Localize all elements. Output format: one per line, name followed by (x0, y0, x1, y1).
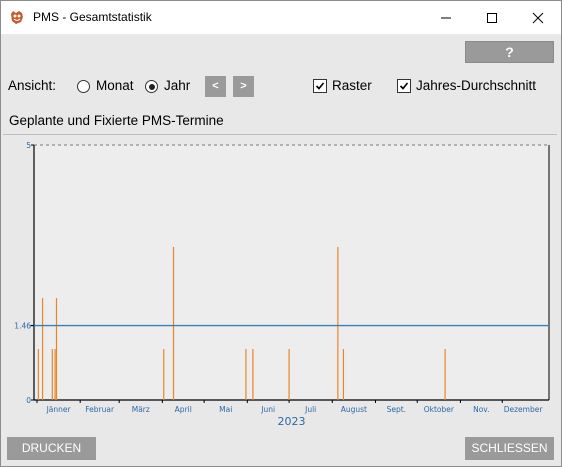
month-label: Juli (304, 405, 316, 414)
y-tick-label: 1.46 (14, 322, 31, 331)
average-checkbox[interactable] (397, 79, 411, 93)
month-label: April (175, 405, 192, 414)
app-logo-icon (11, 11, 23, 24)
next-year-button[interactable]: > (233, 76, 254, 97)
print-button[interactable]: DRUCKEN (7, 437, 96, 460)
view-label: Ansicht: (8, 78, 57, 93)
help-button[interactable]: ? (465, 41, 554, 63)
chart-section-title: Geplante und Fixierte PMS-Termine (9, 113, 224, 128)
radio-month[interactable] (77, 80, 90, 93)
average-checkbox-label[interactable]: Jahres-Durchschnitt (416, 78, 536, 93)
checkmark-icon (399, 82, 409, 90)
close-button[interactable]: SCHLIESSEN (465, 437, 554, 460)
y-tick-label: 5 (26, 141, 31, 150)
previous-year-button[interactable]: < (205, 76, 226, 97)
close-window-button[interactable] (515, 1, 561, 34)
title-bar: PMS - Gesamtstatistik (1, 1, 561, 34)
month-label: Oktober (424, 405, 455, 414)
radio-year-label[interactable]: Jahr (164, 78, 190, 93)
section-divider (3, 134, 557, 135)
statistics-window: PMS - Gesamtstatistik ? Ansicht: Monat J… (0, 0, 562, 467)
minimize-button[interactable] (423, 1, 469, 34)
y-tick-label: 0 (26, 396, 31, 405)
maximize-icon (487, 13, 497, 23)
month-label: Sept. (387, 405, 406, 414)
month-label: März (132, 405, 150, 414)
month-label: Februar (85, 405, 115, 414)
month-label: August (341, 405, 367, 414)
window-title: PMS - Gesamtstatistik (33, 10, 152, 24)
month-label: Mai (219, 405, 232, 414)
month-label: Dezember (504, 405, 544, 414)
month-label: Nov. (473, 405, 489, 414)
appointments-chart: 0 1.46 5 Jänner Februar März April Mai Juni Juli A… (14, 141, 550, 428)
grid-checkbox[interactable] (313, 79, 327, 93)
month-label: Juni (260, 405, 275, 414)
month-label: Jänner (46, 405, 72, 414)
year-label: 2023 (278, 415, 306, 428)
minimize-icon (441, 17, 451, 19)
checkmark-icon (315, 82, 325, 90)
plot-area (34, 145, 549, 400)
maximize-button[interactable] (469, 1, 515, 34)
grid-checkbox-label[interactable]: Raster (332, 78, 372, 93)
radio-month-label[interactable]: Monat (96, 78, 134, 93)
radio-year[interactable] (145, 80, 158, 93)
close-icon (532, 12, 544, 24)
